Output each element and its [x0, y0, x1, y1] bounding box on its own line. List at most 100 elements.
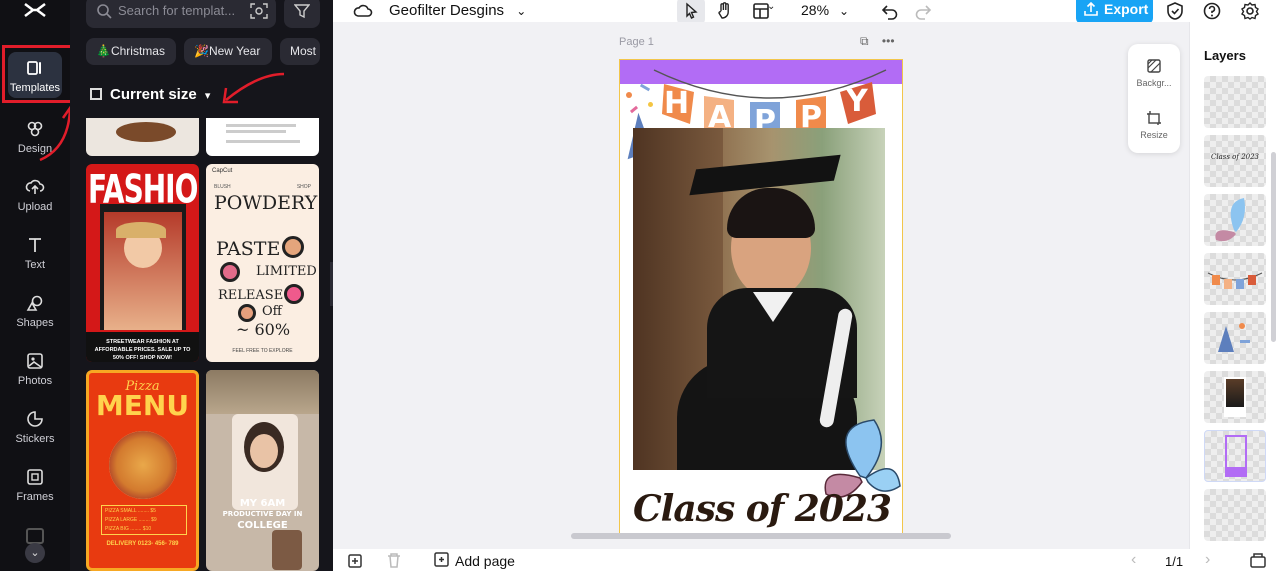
add-page-button[interactable]: Add page	[455, 553, 515, 569]
project-title[interactable]: Geofilter Desgins ⌄	[389, 2, 526, 19]
resize-tool[interactable]: Resize	[1128, 110, 1180, 140]
more-options-icon[interactable]: •••	[882, 34, 895, 48]
size-selector[interactable]: Current size ▾	[90, 86, 210, 103]
filter-button[interactable]	[284, 0, 320, 28]
search-icon	[97, 4, 112, 19]
layers-scrollbar[interactable]	[1271, 152, 1276, 342]
template-thumb-fashion[interactable]: FASHION STREETWEAR FASHION AT AFFORDABLE…	[86, 164, 199, 362]
rail-item-upload[interactable]: Upload	[0, 169, 70, 225]
page-label: Page 1	[619, 36, 654, 48]
add-page-icon[interactable]	[433, 551, 451, 569]
search-input[interactable]: Search for templat...	[118, 3, 242, 18]
rail-item-label: Text	[24, 259, 46, 271]
rail-item-shapes[interactable]: Shapes	[0, 285, 70, 341]
rail-item-photos[interactable]: Photos	[0, 343, 70, 399]
filter-icon	[294, 4, 310, 19]
undo-icon[interactable]	[880, 1, 900, 21]
layer-thumb-photo[interactable]	[1204, 371, 1266, 423]
chip-christmas[interactable]: 🎄Christmas	[86, 38, 176, 65]
chip-most[interactable]: Most	[280, 38, 320, 65]
template-thumb-powdery[interactable]: CapCut BLUSH SHOP POWDERY PASTE LIMITED …	[206, 164, 319, 362]
vlog-line1: MY 6AM	[239, 498, 286, 509]
capcut-logo-icon[interactable]	[22, 0, 48, 20]
duplicate-page-icon[interactable]: ⧉	[860, 34, 869, 48]
powdery-line4: RELEASE	[218, 288, 284, 303]
template-thumb-document[interactable]	[206, 118, 319, 156]
layers-panel: Layers Class of 2023	[1189, 22, 1280, 549]
rail-item-label: Upload	[17, 201, 53, 213]
powdery-left-tag: BLUSH	[214, 184, 231, 190]
zoom-level[interactable]: 28% ⌄	[801, 2, 849, 18]
template-thumb-vlog[interactable]: MY 6AM PRODUCTIVE DAY IN COLLEGE	[206, 370, 319, 571]
rail-item-frames[interactable]: Frames	[0, 459, 70, 515]
scroll-down-icon[interactable]: ⌄	[25, 543, 45, 563]
export-button[interactable]: Export	[1076, 0, 1153, 24]
powdery-right-tag: SHOP	[296, 184, 311, 190]
design-artboard[interactable]: H A P P Y Class of 2023	[619, 59, 903, 539]
chevron-down-icon: ▾	[204, 90, 211, 102]
fashion-caption: STREETWEAR FASHION AT AFFORDABLE PRICES.…	[86, 332, 199, 362]
template-thumb-pizza-menu[interactable]: Pizza MENU PIZZA SMALL ........ $5 PIZZA…	[86, 370, 199, 571]
vlog-line2: PRODUCTIVE DAY IN	[222, 510, 303, 518]
hand-tool-icon[interactable]	[714, 1, 734, 21]
pizza-item: PIZZA SMALL ........ $5	[105, 508, 156, 514]
template-thumb-chocolate[interactable]	[86, 118, 199, 156]
rail-item-text[interactable]: Text	[0, 227, 70, 283]
canvas-area[interactable]: Page 1 ⧉ ••• H A P P Y Class of 2023 Bac…	[333, 22, 1189, 549]
shield-icon[interactable]	[1165, 1, 1185, 21]
layer-thumb-butterfly[interactable]	[1204, 194, 1266, 246]
layer-thumb-banner[interactable]	[1204, 253, 1266, 305]
rail-item-label: Photos	[17, 375, 53, 387]
powdery-line3: LIMITED	[256, 264, 317, 279]
layer-thumb-blank[interactable]	[1204, 76, 1266, 128]
pizza-title: MENU	[95, 389, 190, 422]
pizza-delivery: DELIVERY 0123- 456- 789	[106, 541, 179, 547]
page-counter: 1/1	[1165, 554, 1184, 569]
stickers-icon	[0, 409, 70, 431]
resize-frame-icon	[90, 88, 102, 100]
vlog-line3: COLLEGE	[237, 520, 288, 531]
powdery-line1: POWDERY	[214, 192, 318, 214]
chevron-down-icon[interactable]: ⌄	[767, 1, 775, 21]
headline-text[interactable]: Class of 2023	[620, 488, 902, 530]
next-page-icon[interactable]: ›	[1205, 551, 1223, 569]
background-tool[interactable]: Backgr...	[1128, 58, 1180, 88]
search-box[interactable]: Search for templat...	[86, 0, 276, 28]
layer-thumb-confetti[interactable]	[1204, 312, 1266, 364]
image-search-icon[interactable]	[250, 3, 268, 19]
powdery-line5: Off	[262, 304, 282, 319]
chip-new-year[interactable]: 🎉New Year	[184, 38, 272, 65]
page-tools: ⧉ •••	[860, 34, 895, 49]
powdery-line2: PASTE	[216, 238, 281, 260]
prev-page-icon[interactable]: ‹	[1131, 551, 1149, 569]
rail-item-stickers[interactable]: Stickers	[0, 401, 70, 457]
add-element-icon[interactable]	[347, 551, 365, 569]
settings-gear-icon[interactable]	[1240, 1, 1260, 21]
layers-title: Layers	[1204, 48, 1246, 63]
horizontal-scrollbar[interactable]	[571, 533, 951, 539]
pizza-item: PIZZA BIG ........ $10	[105, 526, 152, 532]
size-selector-label: Current size	[110, 86, 197, 103]
cloud-sync-icon[interactable]	[353, 1, 373, 21]
bottom-bar: Add page ‹ 1/1 ›	[333, 549, 1280, 571]
confetti-icon	[1218, 323, 1250, 352]
pages-panel-icon[interactable]	[1249, 551, 1267, 569]
layer-thumb-headline[interactable]: Class of 2023	[1204, 135, 1266, 187]
layer-thumb-frame[interactable]	[1204, 430, 1266, 482]
powdery-footer: FEEL FREE TO EXPLORE	[232, 348, 293, 354]
powdery-line6: ~ 60%	[236, 320, 291, 339]
layer-thumb-blank-2[interactable]	[1204, 489, 1266, 541]
project-title-text: Geofilter Desgins	[389, 2, 505, 19]
trash-icon[interactable]	[385, 551, 403, 569]
frames-icon	[0, 467, 70, 489]
rail-item-label: Stickers	[15, 433, 55, 445]
resize-icon	[1147, 111, 1161, 125]
cursor-icon	[686, 2, 698, 19]
shapes-icon	[0, 293, 70, 315]
photos-icon	[0, 351, 70, 373]
butterfly-icon	[1215, 198, 1245, 242]
highlight-box	[2, 45, 78, 103]
help-icon[interactable]	[1202, 1, 1222, 21]
more-apps-icon[interactable]	[26, 528, 44, 544]
redo-icon[interactable]	[913, 1, 933, 21]
